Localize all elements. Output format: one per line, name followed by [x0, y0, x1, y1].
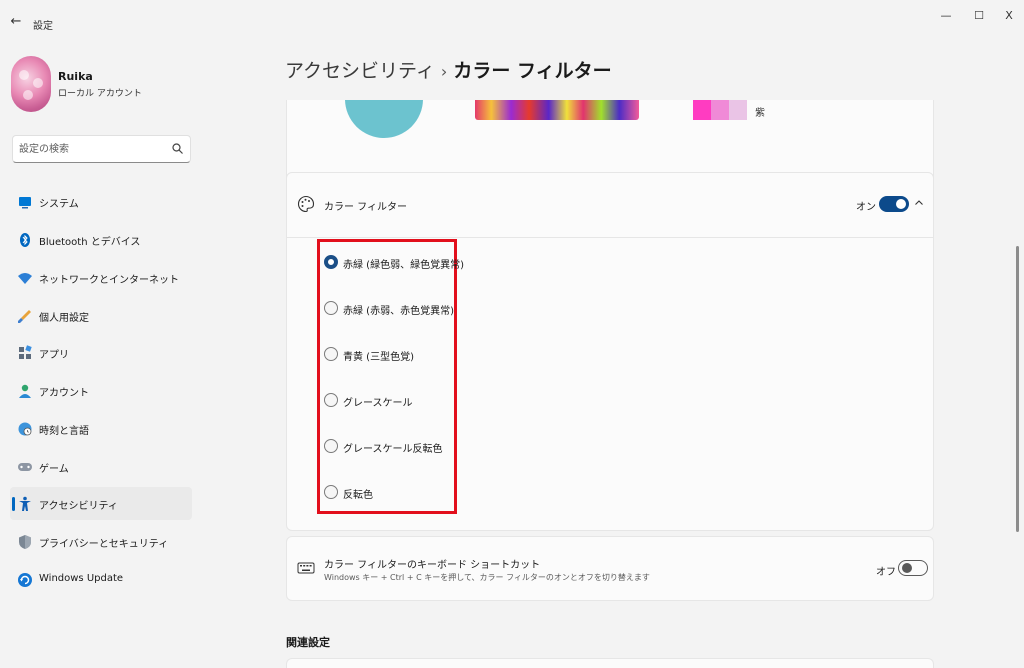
color-filter-toggle[interactable]: [879, 196, 909, 212]
preview-swatch: [711, 100, 729, 120]
radio-option-grayscale-inverted[interactable]: グレースケール反転色: [324, 436, 474, 456]
preview-photo: [475, 100, 639, 120]
radio-option-tritanopia[interactable]: 青黄 (三型色覚): [324, 344, 474, 364]
account-type: ローカル アカウント: [58, 89, 142, 99]
radio-button[interactable]: [324, 301, 338, 315]
gamepad-icon: [18, 463, 32, 471]
avatar[interactable]: [11, 56, 51, 112]
close-icon[interactable]: X: [995, 6, 1023, 26]
sidebar-item-label: 個人用設定: [39, 313, 89, 324]
preview-swatch: [729, 100, 747, 120]
sidebar-item-apps[interactable]: アプリ: [10, 336, 192, 369]
sidebar-item-label: ゲーム: [39, 464, 69, 475]
keyboard-icon: [297, 562, 315, 574]
sidebar: Ruika ローカル アカウント システム Bluetooth とデバイス: [0, 46, 205, 667]
sidebar-item-label: Bluetooth とデバイス: [39, 237, 141, 248]
radio-label: 赤緑 (赤弱、赤色覚異常): [343, 306, 454, 317]
system-icon: [19, 197, 31, 209]
scrollbar[interactable]: [1016, 246, 1019, 532]
account-icon: [19, 384, 31, 398]
sidebar-item-system[interactable]: システム: [10, 185, 192, 218]
shortcut-title: カラー フィルターのキーボード ショートカット: [324, 560, 541, 571]
swatch-label: 紫: [755, 108, 765, 119]
sidebar-item-personalization[interactable]: 個人用設定: [10, 299, 192, 332]
radio-label: グレースケール反転色: [343, 444, 443, 455]
shortcut-description: Windows キー + Ctrl + C キーを押して、カラー フィルターのオ…: [324, 573, 650, 582]
back-arrow-icon[interactable]: ←: [6, 12, 26, 32]
sidebar-item-label: システム: [39, 199, 79, 210]
sidebar-item-label: アクセシビリティ: [39, 501, 118, 512]
app-title: 設定: [33, 21, 53, 32]
update-icon: [18, 573, 32, 587]
preview-swatch: [693, 100, 711, 120]
radio-option-inverted[interactable]: 反転色: [324, 482, 474, 502]
color-filter-title: カラー フィルター: [324, 202, 407, 213]
sidebar-item-label: Windows Update: [39, 573, 124, 584]
accessibility-icon: [19, 496, 31, 511]
selection-indicator: [12, 497, 15, 511]
radio-button[interactable]: [324, 485, 338, 499]
search-input[interactable]: [19, 141, 169, 157]
bluetooth-icon: [20, 233, 30, 247]
radio-option-deuteranopia[interactable]: 赤緑 (緑色弱、緑色覚異常): [324, 252, 474, 272]
search-box[interactable]: [12, 135, 191, 163]
sidebar-item-label: アカウント: [39, 388, 89, 399]
radio-label: グレースケール: [343, 398, 413, 409]
brush-icon: [18, 310, 31, 323]
wifi-icon: [18, 273, 32, 284]
minimize-icon[interactable]: —: [932, 6, 960, 26]
breadcrumb-separator-icon: ›: [440, 62, 448, 81]
radio-button[interactable]: [324, 439, 338, 453]
sidebar-item-label: プライバシーとセキュリティ: [39, 539, 169, 550]
related-settings-heading: 関連設定: [286, 636, 330, 649]
breadcrumb: アクセシビリティ › カラー フィルター: [285, 56, 612, 83]
chevron-up-icon[interactable]: [912, 196, 926, 210]
sidebar-item-label: ネットワークとインターネット: [39, 275, 179, 286]
radio-button[interactable]: [324, 347, 338, 361]
sidebar-item-time-language[interactable]: 時刻と言語: [10, 412, 192, 445]
sidebar-item-windows-update[interactable]: Windows Update: [10, 563, 192, 596]
breadcrumb-parent[interactable]: アクセシビリティ: [285, 60, 435, 82]
shield-icon: [19, 535, 31, 549]
sidebar-item-label: アプリ: [39, 350, 69, 361]
radio-button[interactable]: [324, 393, 338, 407]
radio-button[interactable]: [324, 255, 338, 269]
search-icon[interactable]: [171, 142, 185, 156]
toggle-state-label: オフ: [876, 567, 896, 578]
globe-clock-icon: [18, 422, 32, 436]
settings-window: ← 設定 — ☐ X Ruika ローカル アカウント システム: [0, 0, 1024, 668]
maximize-icon[interactable]: ☐: [965, 6, 993, 26]
user-name: Ruika: [58, 70, 93, 83]
sidebar-item-privacy[interactable]: プライバシーとセキュリティ: [10, 525, 192, 558]
sidebar-item-network[interactable]: ネットワークとインターネット: [10, 261, 192, 294]
radio-option-grayscale[interactable]: グレースケール: [324, 390, 474, 410]
sidebar-item-accessibility[interactable]: アクセシビリティ: [10, 487, 192, 520]
apps-icon: [19, 345, 32, 359]
sidebar-item-bluetooth[interactable]: Bluetooth とデバイス: [10, 223, 192, 256]
radio-label: 反転色: [343, 490, 373, 501]
color-filter-card: カラー フィルター オン 赤緑 (緑色弱、緑色覚異常) 赤緑 (赤弱、赤色覚異常…: [286, 172, 934, 531]
toggle-state-label: オン: [856, 202, 876, 213]
palette-icon: [298, 195, 315, 213]
radio-option-protanopia[interactable]: 赤緑 (赤弱、赤色覚異常): [324, 298, 474, 318]
main-content: アクセシビリティ › カラー フィルター 紫 カラー フィルター オン 赤緑 (…: [205, 46, 1024, 668]
title-bar: ← 設定 — ☐ X: [0, 0, 1024, 46]
shortcut-card: カラー フィルターのキーボード ショートカット Windows キー + Ctr…: [286, 536, 934, 601]
sidebar-item-accounts[interactable]: アカウント: [10, 374, 192, 407]
color-filter-header[interactable]: カラー フィルター オン: [287, 173, 933, 238]
sidebar-item-gaming[interactable]: ゲーム: [10, 450, 192, 483]
page-title: カラー フィルター: [453, 60, 612, 82]
highlight-box: [317, 239, 457, 514]
sidebar-item-label: 時刻と言語: [39, 426, 89, 437]
radio-label: 赤緑 (緑色弱、緑色覚異常): [343, 260, 464, 271]
radio-label: 青黄 (三型色覚): [343, 352, 414, 363]
shortcut-toggle[interactable]: [898, 560, 928, 576]
preview-color-wheel: [345, 100, 423, 138]
